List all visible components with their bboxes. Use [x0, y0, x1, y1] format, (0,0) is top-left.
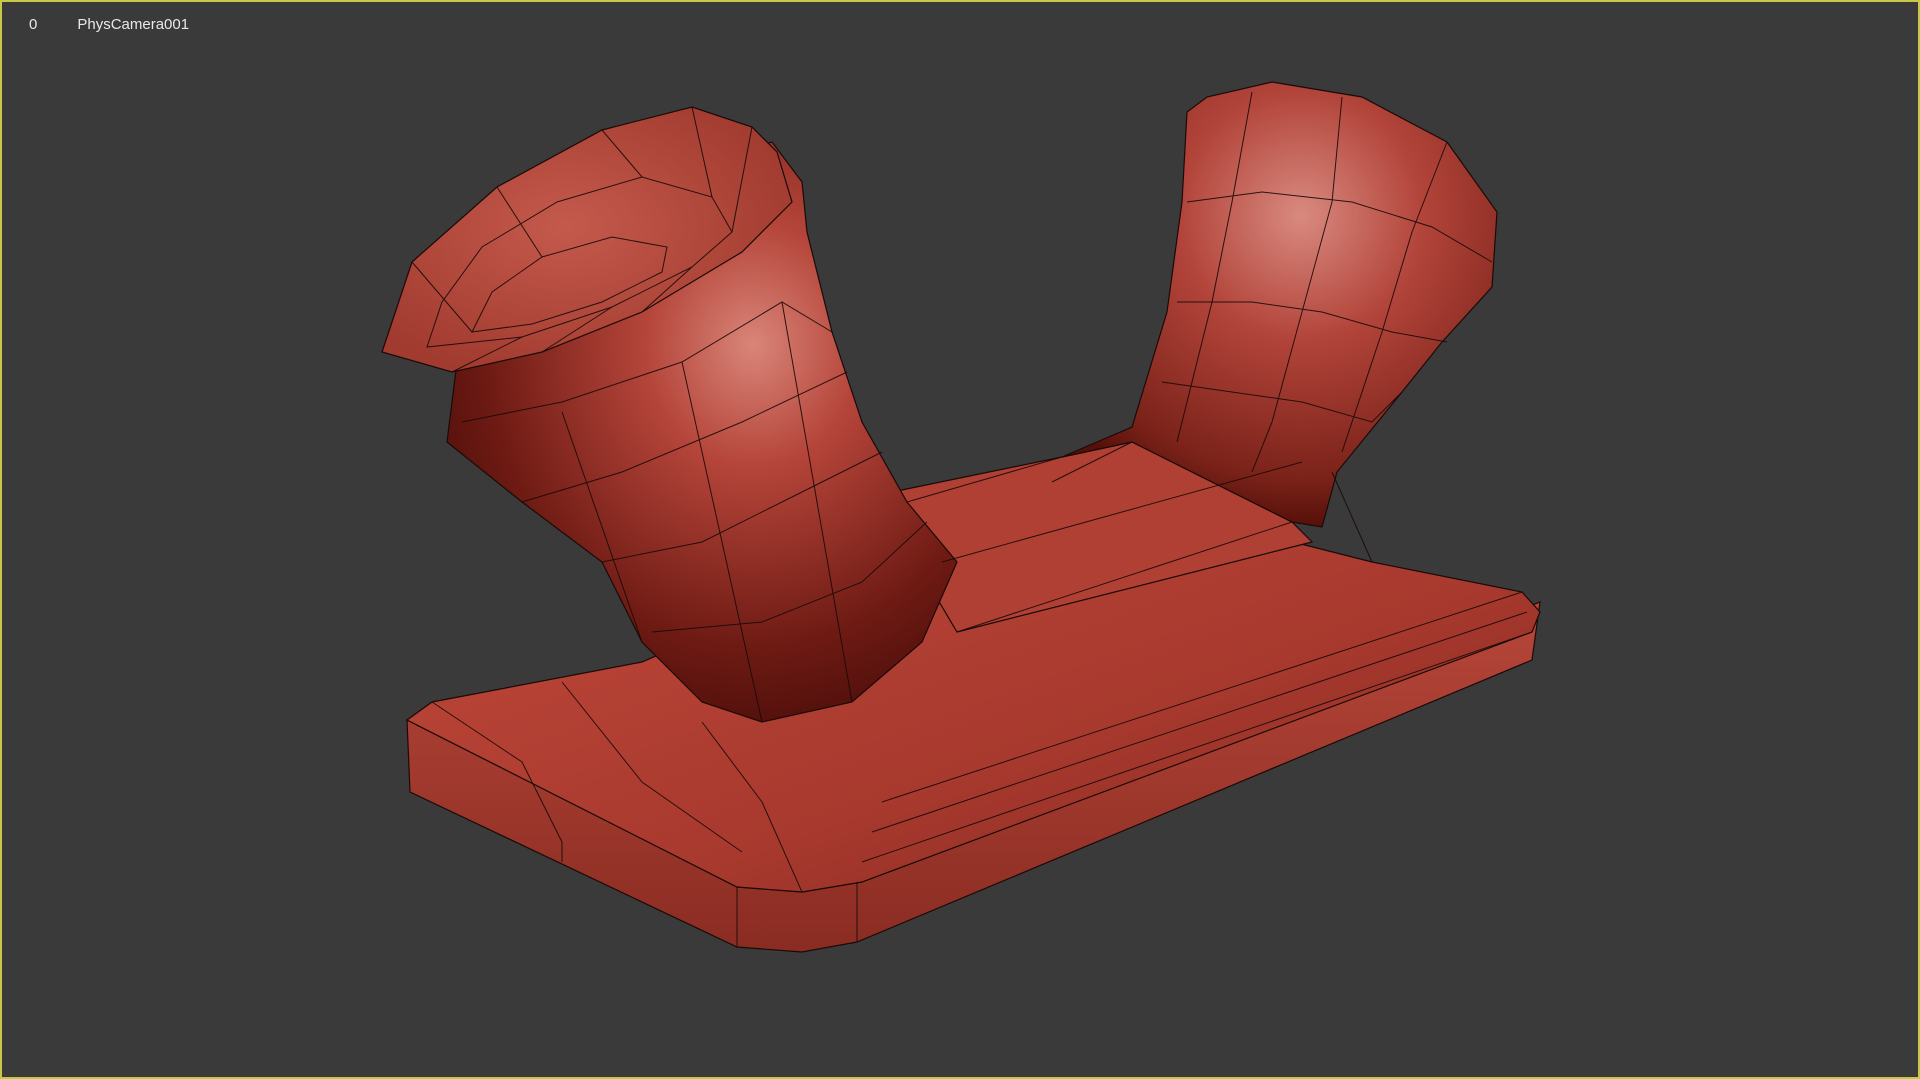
viewport-hud: 0 PhysCamera001: [29, 16, 189, 33]
perspective-viewport[interactable]: 0 PhysCamera001: [0, 0, 1920, 1079]
3d-model-render[interactable]: [2, 2, 1920, 1079]
frame-number: 0: [29, 16, 38, 33]
camera-label[interactable]: PhysCamera001: [77, 16, 189, 33]
